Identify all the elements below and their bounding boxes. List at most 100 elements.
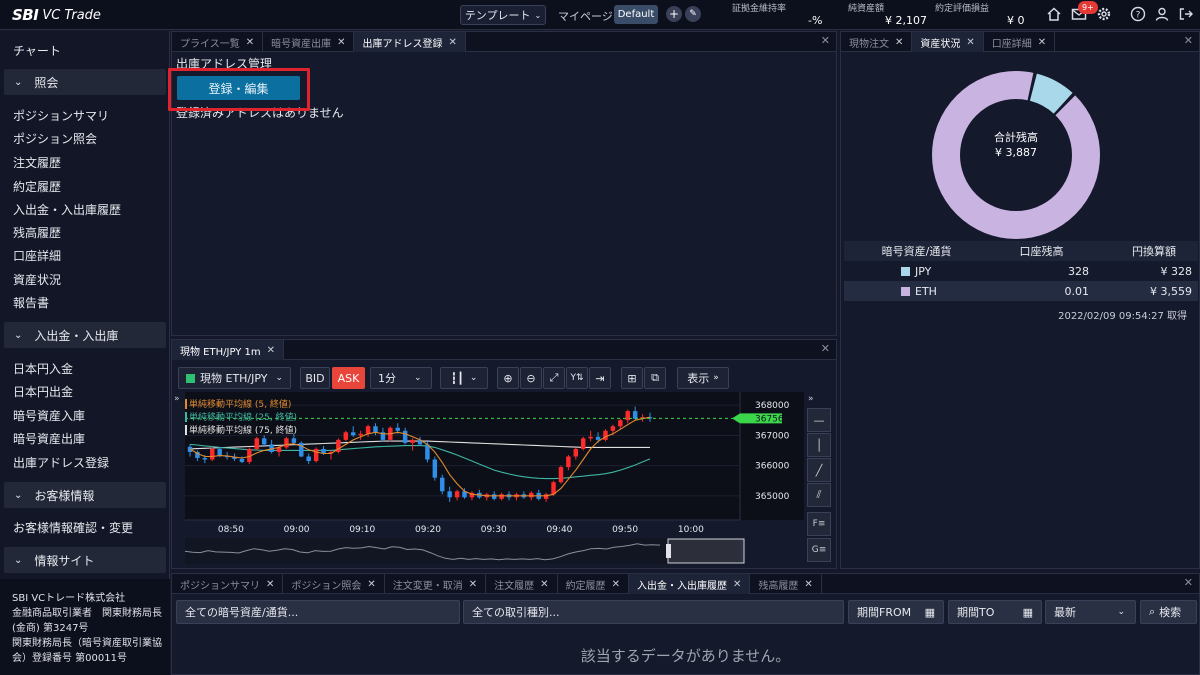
close-icon[interactable]: ✕: [733, 579, 741, 590]
zoom-out-icon[interactable]: ⊖: [520, 367, 542, 389]
help-icon[interactable]: ?: [1130, 6, 1146, 22]
tab-crypto-withdraw[interactable]: 暗号資産出庫 ✕: [263, 32, 355, 52]
tab-order-modify[interactable]: 注文変更・取消 ✕: [385, 574, 487, 594]
home-icon[interactable]: [1046, 6, 1062, 22]
sidebar-item-customer-info[interactable]: お客様情報確認・変更: [13, 519, 133, 536]
transaction-type-filter[interactable]: 全ての取引種別...: [463, 600, 844, 624]
close-icon[interactable]: ✕: [266, 579, 274, 590]
zoom-in-icon[interactable]: ⊕: [497, 367, 519, 389]
display-button[interactable]: 表示 »: [677, 367, 729, 389]
trend-line-tool-icon[interactable]: ╱: [807, 458, 831, 482]
sidebar-item-deposit-history[interactable]: 入出金・入出庫履歴: [13, 201, 121, 218]
chart-type-select[interactable]: ┇┃ ⌄: [440, 367, 488, 389]
sidebar-item-position-inquiry[interactable]: ポジション照会: [13, 130, 97, 147]
panel-close-icon[interactable]: ✕: [821, 34, 830, 47]
sidebar-section-deposit[interactable]: ⌄ 入出金・入出庫: [4, 322, 166, 348]
candle-body: [603, 430, 608, 440]
y-tick-label: 365000: [755, 492, 790, 502]
panel-close-icon[interactable]: ✕: [821, 342, 830, 355]
tab-position-inquiry[interactable]: ポジション照会 ✕: [283, 574, 385, 594]
tab-withdraw-address[interactable]: 出庫アドレス登録 ✕: [354, 32, 466, 52]
sidebar-item-order-history[interactable]: 注文履歴: [13, 154, 61, 171]
assets-panel: 現物注文 ✕ 資産状況 ✕ 口座詳細 ✕ ✕ 合計残高 ¥ 3,887 暗号資産/通貨…: [840, 31, 1200, 569]
expand-right-icon: »: [808, 394, 814, 404]
logout-icon[interactable]: [1178, 6, 1194, 22]
default-page-button[interactable]: Default: [614, 5, 658, 24]
search-button[interactable]: ⌕ 検索: [1140, 600, 1197, 624]
sidebar-item-balance-history[interactable]: 残高履歴: [13, 224, 61, 241]
vertical-line-tool-icon[interactable]: │: [807, 433, 831, 457]
sort-select[interactable]: 最新 ⌄: [1045, 600, 1136, 624]
candle-body: [395, 427, 400, 431]
gear-icon[interactable]: [1096, 6, 1112, 22]
close-icon[interactable]: ✕: [804, 579, 812, 590]
tab-asset-status[interactable]: 資産状況 ✕: [912, 32, 984, 52]
sidebar-item-chart[interactable]: チャート: [13, 42, 61, 59]
tab-price-list[interactable]: プライス一覧 ✕: [172, 32, 264, 52]
sidebar-item-execution-history[interactable]: 約定履歴: [13, 178, 61, 195]
add-page-button[interactable]: +: [666, 6, 682, 22]
candlestick-chart[interactable]: » » 368000 367000 366000 365000 08:50 09:00 09:1…: [172, 392, 836, 568]
tab-account-details[interactable]: 口座詳細 ✕: [984, 32, 1056, 52]
no-data-message: 該当するデータがありません。: [580, 647, 791, 665]
close-icon[interactable]: ✕: [469, 579, 477, 590]
compare-icon[interactable]: ⧉: [644, 367, 666, 389]
close-icon[interactable]: ✕: [367, 579, 375, 590]
sidebar-item-crypto-withdraw[interactable]: 暗号資産出庫: [13, 430, 85, 447]
panel-close-icon[interactable]: ✕: [1184, 576, 1193, 589]
chevron-down-icon: ⌄: [414, 373, 422, 383]
sidebar-item-jpy-withdraw[interactable]: 日本円出金: [13, 383, 73, 400]
close-icon[interactable]: ✕: [540, 579, 548, 590]
logo[interactable]: SBI VC Trade: [12, 6, 101, 24]
ask-button[interactable]: ASK: [332, 367, 365, 389]
interval-select[interactable]: 1分 ⌄: [370, 367, 432, 389]
close-icon[interactable]: ✕: [612, 579, 620, 590]
fibonacci-tool-icon[interactable]: F≡: [807, 512, 831, 536]
asset-filter-input[interactable]: 全ての暗号資産/通貨...: [176, 600, 460, 624]
tab-eth-jpy-chart[interactable]: 現物 ETH/JPY 1m ✕: [172, 340, 285, 360]
tab-deposit-history[interactable]: 入出金・入出庫履歴 ✕: [628, 574, 751, 594]
parallel-line-tool-icon[interactable]: ⫽: [807, 483, 831, 507]
tab-label: 注文履歴: [494, 580, 535, 592]
sidebar-section-inquiry[interactable]: ⌄ 照会: [4, 69, 166, 95]
close-icon[interactable]: ✕: [895, 37, 903, 48]
add-indicator-icon[interactable]: ⊞: [621, 367, 643, 389]
sidebar-item-reports[interactable]: 報告書: [13, 294, 49, 311]
close-icon[interactable]: ✕: [337, 37, 345, 48]
tab-order-history[interactable]: 注文履歴 ✕: [486, 574, 558, 594]
horizontal-line-tool-icon[interactable]: —: [807, 408, 831, 432]
edit-page-button[interactable]: ✎: [685, 6, 701, 22]
bid-button[interactable]: BID: [300, 367, 330, 389]
user-icon[interactable]: [1154, 6, 1170, 22]
tab-spot-order[interactable]: 現物注文 ✕: [841, 32, 913, 52]
tab-execution-history[interactable]: 約定履歴 ✕: [558, 574, 629, 594]
panel-close-icon[interactable]: ✕: [1184, 34, 1193, 47]
sidebar-item-asset-status[interactable]: 資産状況: [13, 271, 61, 288]
close-icon[interactable]: ✕: [246, 37, 254, 48]
close-icon[interactable]: ✕: [267, 345, 275, 356]
fit-icon[interactable]: ⤢: [543, 367, 565, 389]
tab-balance-history[interactable]: 残高履歴 ✕: [750, 574, 822, 594]
close-icon[interactable]: ✕: [966, 37, 974, 48]
period-from-input[interactable]: 期間FROM ▦: [848, 600, 944, 624]
sidebar-item-withdraw-address[interactable]: 出庫アドレス登録: [13, 454, 109, 471]
close-icon[interactable]: ✕: [1038, 37, 1046, 48]
sidebar-section-info-site[interactable]: ⌄ 情報サイト: [4, 547, 166, 573]
template-dropdown[interactable]: テンプレート ⌄: [460, 5, 546, 25]
sidebar-item-crypto-deposit[interactable]: 暗号資産入庫: [13, 407, 85, 424]
candle-body: [313, 448, 319, 462]
sidebar-item-position-summary[interactable]: ポジションサマリ: [13, 107, 109, 124]
stat-value-net-assets: ¥ 2,107: [885, 14, 927, 27]
tab-position-summary[interactable]: ポジションサマリ ✕: [172, 574, 284, 594]
scroll-to-end-icon[interactable]: ⇥: [589, 367, 611, 389]
gann-tool-icon[interactable]: G≡: [807, 538, 831, 562]
chart-toolbar: 現物 ETH/JPY ⌄ BID ASK 1分 ⌄ ┇┃ ⌄ ⊕ ⊖ ⤢ Y⇅ …: [172, 361, 836, 391]
sidebar-section-customer[interactable]: ⌄ お客様情報: [4, 482, 166, 508]
symbol-select[interactable]: 現物 ETH/JPY ⌄: [178, 367, 291, 389]
sidebar-item-account-details[interactable]: 口座詳細: [13, 247, 61, 264]
sidebar-item-jpy-deposit[interactable]: 日本円入金: [13, 360, 73, 377]
price-axis-icon[interactable]: Y⇅: [566, 367, 588, 389]
close-icon[interactable]: ✕: [448, 37, 456, 48]
candle-body: [254, 438, 259, 449]
period-to-input[interactable]: 期間TO ▦: [948, 600, 1042, 624]
